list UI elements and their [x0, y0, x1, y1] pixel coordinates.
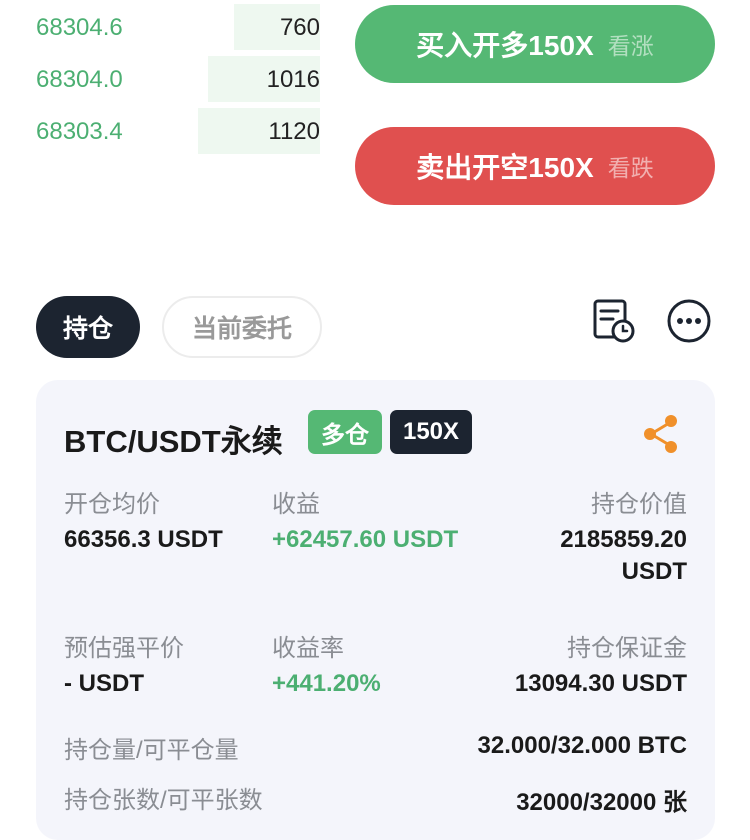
position-symbol: BTC/USDT永续 [64, 424, 283, 459]
margin-label: 持仓保证金 [567, 635, 687, 662]
roe-value: +441.20% [272, 670, 381, 697]
liq-price-value: - USDT [64, 670, 144, 697]
buy-long-sublabel: 看涨 [607, 33, 654, 59]
buy-long-button[interactable]: 买入开多150X 看涨 [355, 5, 715, 83]
ask-price: 68304.0 [36, 66, 123, 93]
pnl-value: +62457.60 USDT [272, 526, 459, 553]
ask-price: 68303.4 [36, 118, 123, 145]
tab-positions[interactable]: 持仓 [36, 296, 140, 358]
order-history-icon[interactable] [591, 298, 637, 344]
position-value-unit: USDT [621, 558, 687, 585]
entry-price-value: 66356.3 USDT [64, 526, 223, 553]
position-value-amount: 2185859.20 [560, 526, 687, 553]
more-options-icon[interactable] [666, 298, 712, 344]
margin-value: 13094.30 USDT [514, 670, 687, 697]
ask-quantity: 760 [279, 14, 320, 41]
sell-short-sublabel: 看跌 [607, 155, 654, 181]
contracts-value: 32000/32000 张 [516, 789, 687, 816]
order-book-row[interactable]: 68304.0 1016 [0, 56, 330, 102]
liq-price-label: 预估强平价 [64, 635, 184, 662]
buy-long-label: 买入开多150X [416, 30, 594, 61]
ask-price: 68304.6 [36, 14, 123, 41]
ask-quantity: 1120 [268, 118, 320, 145]
ask-quantity: 1016 [266, 66, 320, 93]
pnl-label: 收益 [272, 491, 320, 518]
position-size-label: 持仓量/可平仓量 [64, 737, 239, 764]
order-book-row[interactable]: 68303.4 1120 [0, 108, 330, 154]
position-size-value: 32.000/32.000 BTC [477, 732, 687, 759]
entry-price-label: 开仓均价 [64, 491, 160, 518]
position-value-label: 持仓价值 [591, 491, 687, 518]
contracts-label: 持仓张数/可平张数 [64, 787, 263, 814]
order-book-row[interactable]: 68304.6 760 [0, 4, 330, 50]
leverage-badge: 150X [390, 410, 472, 454]
sell-short-button[interactable]: 卖出开空150X 看跌 [355, 127, 715, 205]
position-card: BTC/USDT永续 多仓 150X 开仓均价 66356.3 USDT 收益 … [36, 380, 715, 840]
tab-open-orders[interactable]: 当前委托 [162, 296, 322, 358]
share-icon[interactable] [640, 412, 682, 456]
sell-short-label: 卖出开空150X [416, 152, 594, 183]
side-badge: 多仓 [308, 410, 382, 454]
roe-label: 收益率 [272, 635, 344, 662]
